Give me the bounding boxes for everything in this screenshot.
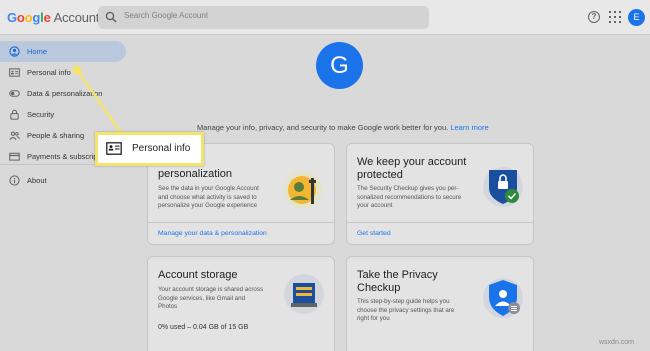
info-icon [9,175,20,186]
logo-letter: G [7,10,17,25]
card-desc-line: personalize your Google experience [158,202,258,210]
card-description: This step-by-step guide helps you choose… [357,298,454,324]
card-title: personalization [158,168,232,180]
personalization-illustration [284,171,322,209]
toggle-icon [9,90,20,97]
account-avatar[interactable]: E [628,9,645,26]
help-icon[interactable]: ? [588,11,600,23]
card-desc-line: right for you [357,315,390,323]
card-title: Take the Privacy Checkup [357,269,438,295]
logo-letter: e [43,10,51,25]
apps-grid-icon[interactable] [609,11,621,23]
storage-usage: 0% used – 0.04 GB of 15 GB [158,324,249,331]
profile-avatar[interactable]: G [316,42,363,89]
logo-word: Google [7,10,51,25]
google-account-logo[interactable]: Google Account [7,10,99,25]
lock-icon [10,109,19,120]
card-desc-line: sonalized recommendations to secure [357,193,462,201]
sidebar-item-about[interactable]: About [0,170,126,191]
card-desc-line: Your account storage is shared across [158,286,264,293]
credit-card-icon [9,152,20,161]
sidebar-item-security[interactable]: Security [0,104,126,125]
card-desc-line: Google services, like Gmail and [158,294,246,302]
sidebar-item-label: About [27,176,47,185]
card-desc-line: This step-by-step guide helps you [357,298,450,305]
storage-illustration [284,274,324,314]
callout-label: Personal info [132,143,191,154]
sidebar-item-label: Personal info [27,68,71,77]
card-title: Account storage [158,269,238,281]
card-privacy-checkup[interactable]: Take the Privacy Checkup This step-by-st… [346,256,534,351]
card-desc-line: and choose what activity is saved to [158,193,257,201]
id-card-icon [106,142,122,155]
card-title-line: protected [357,169,403,181]
card-desc-line: your account [357,202,393,210]
sidebar-item-personal-info[interactable]: Personal info [0,62,126,83]
sidebar-item-label: Home [27,47,48,56]
learn-more-link[interactable]: Learn more [450,123,488,132]
card-desc-line: The Security Checkup gives you per- [357,185,459,192]
card-title-line: Take the Privacy [357,269,438,281]
logo-letter: o [16,10,25,25]
card-desc-line: See the data in your Google Account [158,185,259,192]
card-footer [347,222,533,223]
card-title: We keep your account protected [357,156,466,182]
card-account-storage[interactable]: Account storage Your account storage is … [147,256,335,351]
shield-lock-illustration [483,167,523,207]
sidebar-item-label: Data & personalization [27,89,103,98]
card-title-line: We keep your account [357,156,467,168]
privacy-shield-illustration [483,278,523,318]
search-bar[interactable]: Search Google Account [98,6,429,29]
card-desc-line: choose the privacy settings that are [357,306,455,314]
search-icon [105,11,117,23]
logo-letter: g [32,10,41,25]
intro-message: Manage your info, privacy, and security … [197,123,449,132]
card-footer [148,222,334,223]
card-description: See the data in your Google Account and … [158,185,259,211]
card-title-line: Checkup [357,282,401,294]
get-started-link[interactable]: Get started [357,230,391,237]
sidebar-item-label: Security [27,110,55,119]
logo-suffix: Account [53,10,100,25]
card-description: Your account storage is shared across Go… [158,286,263,312]
card-security[interactable]: We keep your account protected The Secur… [346,143,534,245]
sidebar-item-label: People & sharing [27,131,85,140]
personal-info-callout: Personal info [95,132,204,166]
intro-text: Manage your info, privacy, and security … [197,123,489,132]
card-description: The Security Checkup gives you per- sona… [357,185,461,211]
home-person-icon [9,46,20,57]
search-placeholder: Search Google Account [124,11,209,20]
sidebar-item-home[interactable]: Home [0,41,126,62]
top-app-bar: Google Account Search Google Account ? E [0,0,650,35]
sidebar-item-data-personalization[interactable]: Data & personalization [0,83,126,104]
manage-data-link[interactable]: Manage your data & personalization [158,230,267,237]
sidebar-nav: Home Personal info Data & personalizatio… [0,36,135,351]
card-desc-line: Photos [158,303,178,311]
id-card-icon [9,68,20,77]
people-icon [9,131,20,140]
watermark: wsxdn.com [599,339,635,346]
